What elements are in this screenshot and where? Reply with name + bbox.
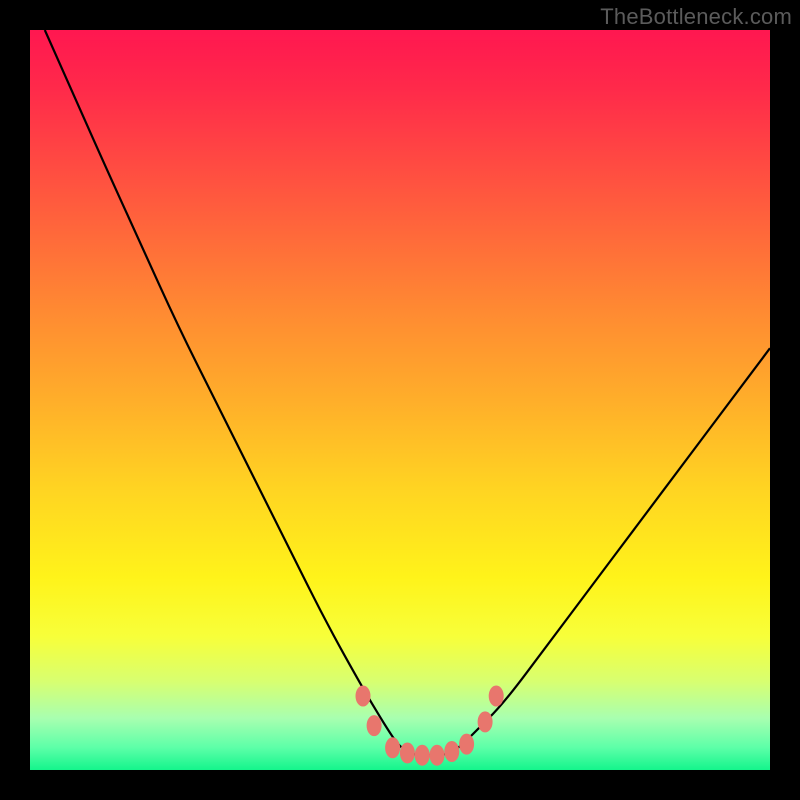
trough-marker (445, 742, 459, 762)
trough-marker (367, 716, 381, 736)
chart-svg (30, 30, 770, 770)
trough-marker (400, 743, 414, 763)
watermark-text: TheBottleneck.com (600, 4, 792, 30)
trough-marker (356, 686, 370, 706)
trough-marker (460, 734, 474, 754)
chart-frame: TheBottleneck.com (0, 0, 800, 800)
bottleneck-curve (45, 30, 770, 755)
trough-marker (478, 712, 492, 732)
trough-marker (415, 745, 429, 765)
trough-markers (356, 686, 503, 765)
trough-marker (489, 686, 503, 706)
plot-area (30, 30, 770, 770)
trough-marker (430, 745, 444, 765)
trough-marker (386, 738, 400, 758)
